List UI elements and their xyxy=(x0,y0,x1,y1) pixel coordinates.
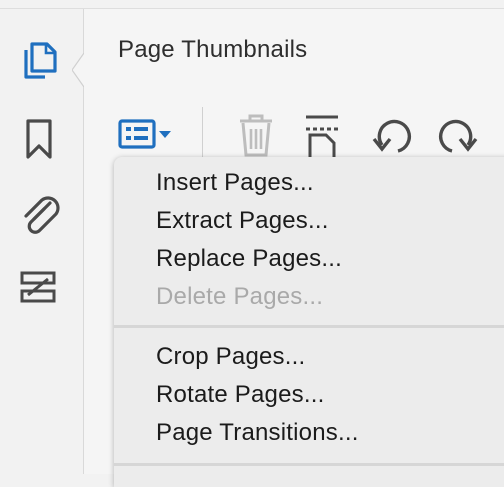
pages-icon xyxy=(24,42,57,79)
insert-page-icon xyxy=(306,115,338,163)
sidebar-item-attachments[interactable] xyxy=(14,191,66,243)
trash-icon xyxy=(240,114,272,157)
paperclip-icon xyxy=(24,196,60,234)
window-top-edge xyxy=(0,0,504,9)
rotate-left-button[interactable] xyxy=(368,109,416,163)
bookmark-icon xyxy=(26,119,52,159)
menu-item-rotate-pages[interactable]: Rotate Pages... xyxy=(156,381,324,409)
panel-pointer-caret xyxy=(72,53,96,87)
sidebar-item-bookmarks[interactable] xyxy=(14,113,66,165)
options-dropdown-menu: Insert Pages... Extract Pages... Replace… xyxy=(114,157,504,487)
list-menu-icon xyxy=(118,119,171,149)
toolbar-divider xyxy=(202,107,203,163)
layers-icon xyxy=(20,271,56,303)
menu-item-page-transitions[interactable]: Page Transitions... xyxy=(156,419,359,447)
sidebar-item-layers[interactable] xyxy=(14,261,66,313)
rotate-right-button[interactable] xyxy=(434,109,482,163)
menu-item-insert-pages[interactable]: Insert Pages... xyxy=(156,169,314,197)
delete-page-button[interactable] xyxy=(234,109,278,163)
rotate-cw-icon xyxy=(438,119,478,153)
options-menu-button[interactable] xyxy=(116,109,180,163)
sidebar-item-page-thumbnails[interactable] xyxy=(14,35,66,87)
menu-item-replace-pages[interactable]: Replace Pages... xyxy=(156,245,342,273)
menu-item-crop-pages[interactable]: Crop Pages... xyxy=(156,343,305,371)
menu-item-delete-pages: Delete Pages... xyxy=(156,283,324,310)
panel-title: Page Thumbnails xyxy=(118,36,308,63)
menu-item-extract-pages[interactable]: Extract Pages... xyxy=(156,207,329,235)
menu-separator xyxy=(114,463,504,466)
menu-separator xyxy=(114,325,504,328)
insert-page-button[interactable] xyxy=(300,109,344,163)
chevron-down-icon xyxy=(159,131,171,138)
rotate-ccw-icon xyxy=(372,119,412,153)
